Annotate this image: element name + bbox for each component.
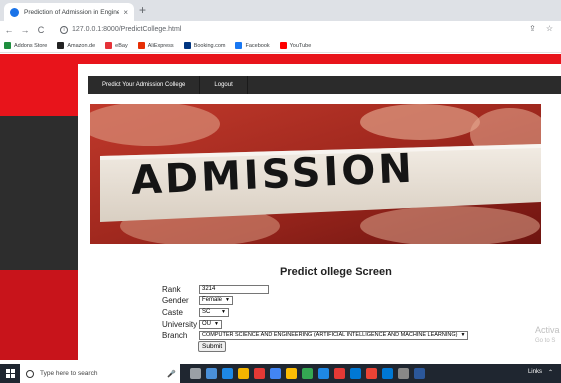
favicon-icon [10,7,19,17]
taskbar-app-icon[interactable] [382,368,393,379]
url-text: 127.0.0.1:8000/PredictCollege.html [72,26,182,33]
chevron-down-icon: ▼ [221,308,226,315]
nav-divider [246,76,248,94]
activate-windows-watermark: Activa [535,325,560,335]
bookmark-youtube[interactable]: YouTube [279,42,311,49]
new-tab-button[interactable]: + [139,3,146,17]
search-icon [26,369,34,378]
bookmark-ebay[interactable]: eBay [105,42,128,49]
chevron-down-icon: ▼ [214,320,219,327]
forward-button[interactable]: → [18,25,32,35]
start-button[interactable] [0,369,20,378]
nav-predict-college[interactable]: Predict Your Admission College [88,82,199,88]
caste-row: Caste SC ▼ [162,307,229,317]
gender-row: Gender Female ▼ [162,295,233,305]
site-info-icon[interactable]: i [60,25,68,34]
bookmark-icon [183,42,191,49]
bookmarks-bar: Addons Store Amazon.de eBay AliExpress B… [0,39,561,53]
activate-windows-subtext: Go to S [535,338,556,344]
taskbar-app-icon[interactable] [334,368,345,379]
bookmark-amazon[interactable]: Amazon.de [57,42,95,49]
site-navbar: Predict Your Admission College Logout [88,76,561,94]
bookmark-icon [57,42,65,49]
page-red-accent [0,270,78,360]
bookmark-icon [4,42,11,49]
tray-chevron-icon[interactable]: ⌃ [548,369,553,376]
microphone-icon[interactable]: 🎤 [167,370,176,378]
browser-tabstrip: Prediction of Admission in Engine × + [0,0,561,21]
bookmark-icon [279,42,287,49]
tray-links[interactable]: Links [528,369,542,376]
taskbar-app-icon[interactable] [206,368,217,379]
bookmark-icon [105,42,113,49]
bookmark-facebook[interactable]: Facebook [235,42,270,49]
taskbar-app-icon[interactable] [414,368,425,379]
taskbar-app-icon[interactable] [286,368,297,379]
tab-close-icon[interactable]: × [123,8,128,17]
gender-label: Gender [162,295,189,305]
branch-row: Branch COMPUTER SCIENCE AND ENGINEERING … [162,330,469,340]
bookmark-star-icon[interactable]: ☆ [546,24,553,33]
chevron-down-icon: ▼ [460,331,466,338]
windows-taskbar: Type here to search 🎤 Links ⌃ [0,364,561,383]
page-title: Predict ollege Screen [280,266,392,278]
taskbar-app-icon[interactable] [350,368,361,379]
address-bar[interactable]: i 127.0.0.1:8000/PredictCollege.html [60,22,530,37]
university-label: University [162,319,198,329]
caste-select[interactable]: SC ▼ [199,307,229,317]
taskbar-app-icon[interactable] [190,368,201,379]
taskbar-search[interactable]: Type here to search 🎤 [20,364,180,383]
university-row: University OU ▼ [162,319,222,329]
branch-label: Branch [162,330,188,340]
admission-banner-image: ADMISSION [90,104,541,244]
rank-label: Rank [162,284,181,294]
taskbar-search-placeholder: Type here to search [40,370,98,377]
gender-select[interactable]: Female ▼ [199,295,233,305]
bookmark-addons-store[interactable]: Addons Store [4,42,47,49]
browser-tab[interactable]: Prediction of Admission in Engine × [4,3,134,21]
taskbar-app-icon[interactable] [254,368,265,379]
reload-button[interactable]: C [34,25,48,35]
taskbar-app-icon[interactable] [270,368,281,379]
branch-select[interactable]: COMPUTER SCIENCE AND ENGINEERING (ARTIFI… [199,330,469,340]
submit-button[interactable]: Submit [198,341,227,352]
bookmark-icon [235,42,243,49]
windows-logo-icon [5,369,15,378]
taskbar-app-icon[interactable] [238,368,249,379]
bookmark-booking[interactable]: Booking.com [183,42,225,49]
system-tray: Links ⌃ [528,369,553,376]
chevron-down-icon: ▼ [225,296,230,303]
rank-row: Rank 3214 [162,284,269,294]
tab-title: Prediction of Admission in Engine [24,8,120,16]
browser-toolbar: ← → C i 127.0.0.1:8000/PredictCollege.ht… [0,21,561,39]
taskbar-app-icon[interactable] [398,368,409,379]
taskbar-app-icon[interactable] [302,368,313,379]
share-icon[interactable]: ⇪ [529,24,536,33]
rank-input[interactable]: 3214 [199,284,269,294]
taskbar-apps [190,368,425,379]
back-button[interactable]: ← [2,25,16,35]
bookmark-icon [137,42,145,49]
taskbar-app-icon[interactable] [318,368,329,379]
bookmark-aliexpress[interactable]: AliExpress [137,42,174,49]
taskbar-app-icon[interactable] [222,368,233,379]
caste-label: Caste [162,307,183,317]
nav-logout[interactable]: Logout [200,82,246,88]
university-select[interactable]: OU ▼ [199,319,222,329]
taskbar-app-icon[interactable] [366,368,377,379]
